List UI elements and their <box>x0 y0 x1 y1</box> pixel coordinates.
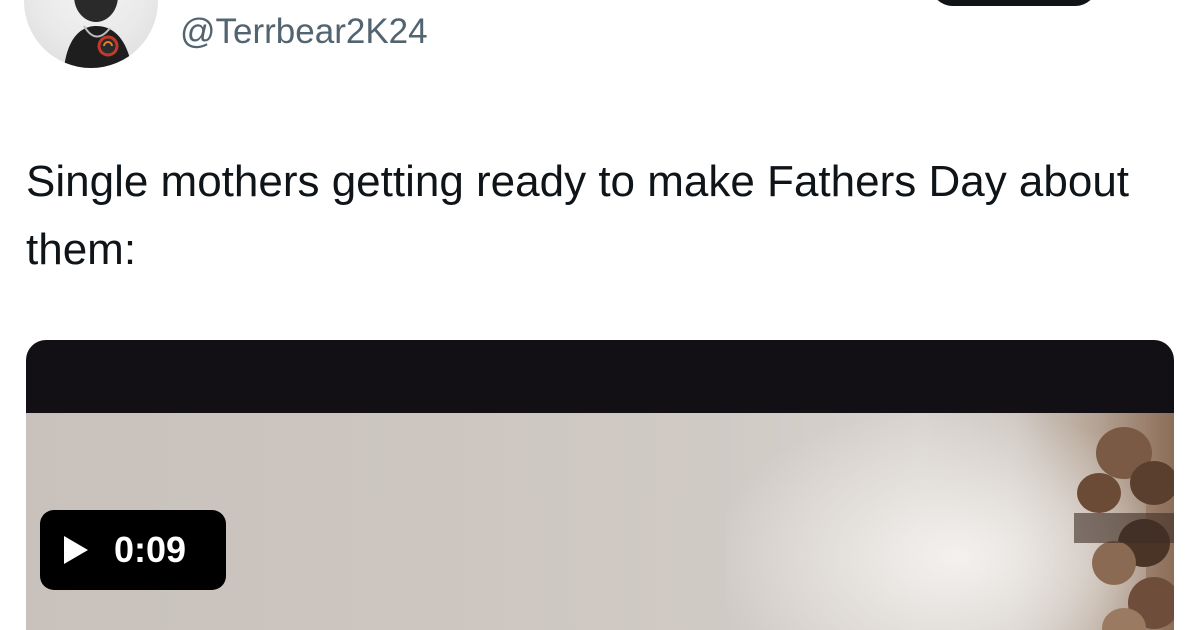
avatar-image <box>64 0 132 68</box>
user-handle[interactable]: @Terrbear2K24 <box>180 10 428 54</box>
avatar[interactable] <box>24 0 158 68</box>
video-duration: 0:09 <box>114 529 187 570</box>
tweet-text: Single mothers getting ready to make Fat… <box>26 157 1130 274</box>
video-crowd-image <box>1074 427 1174 630</box>
play-icon <box>64 536 88 564</box>
video-duration-badge[interactable]: 0:09 <box>40 510 226 590</box>
follow-button[interactable] <box>930 0 1098 6</box>
